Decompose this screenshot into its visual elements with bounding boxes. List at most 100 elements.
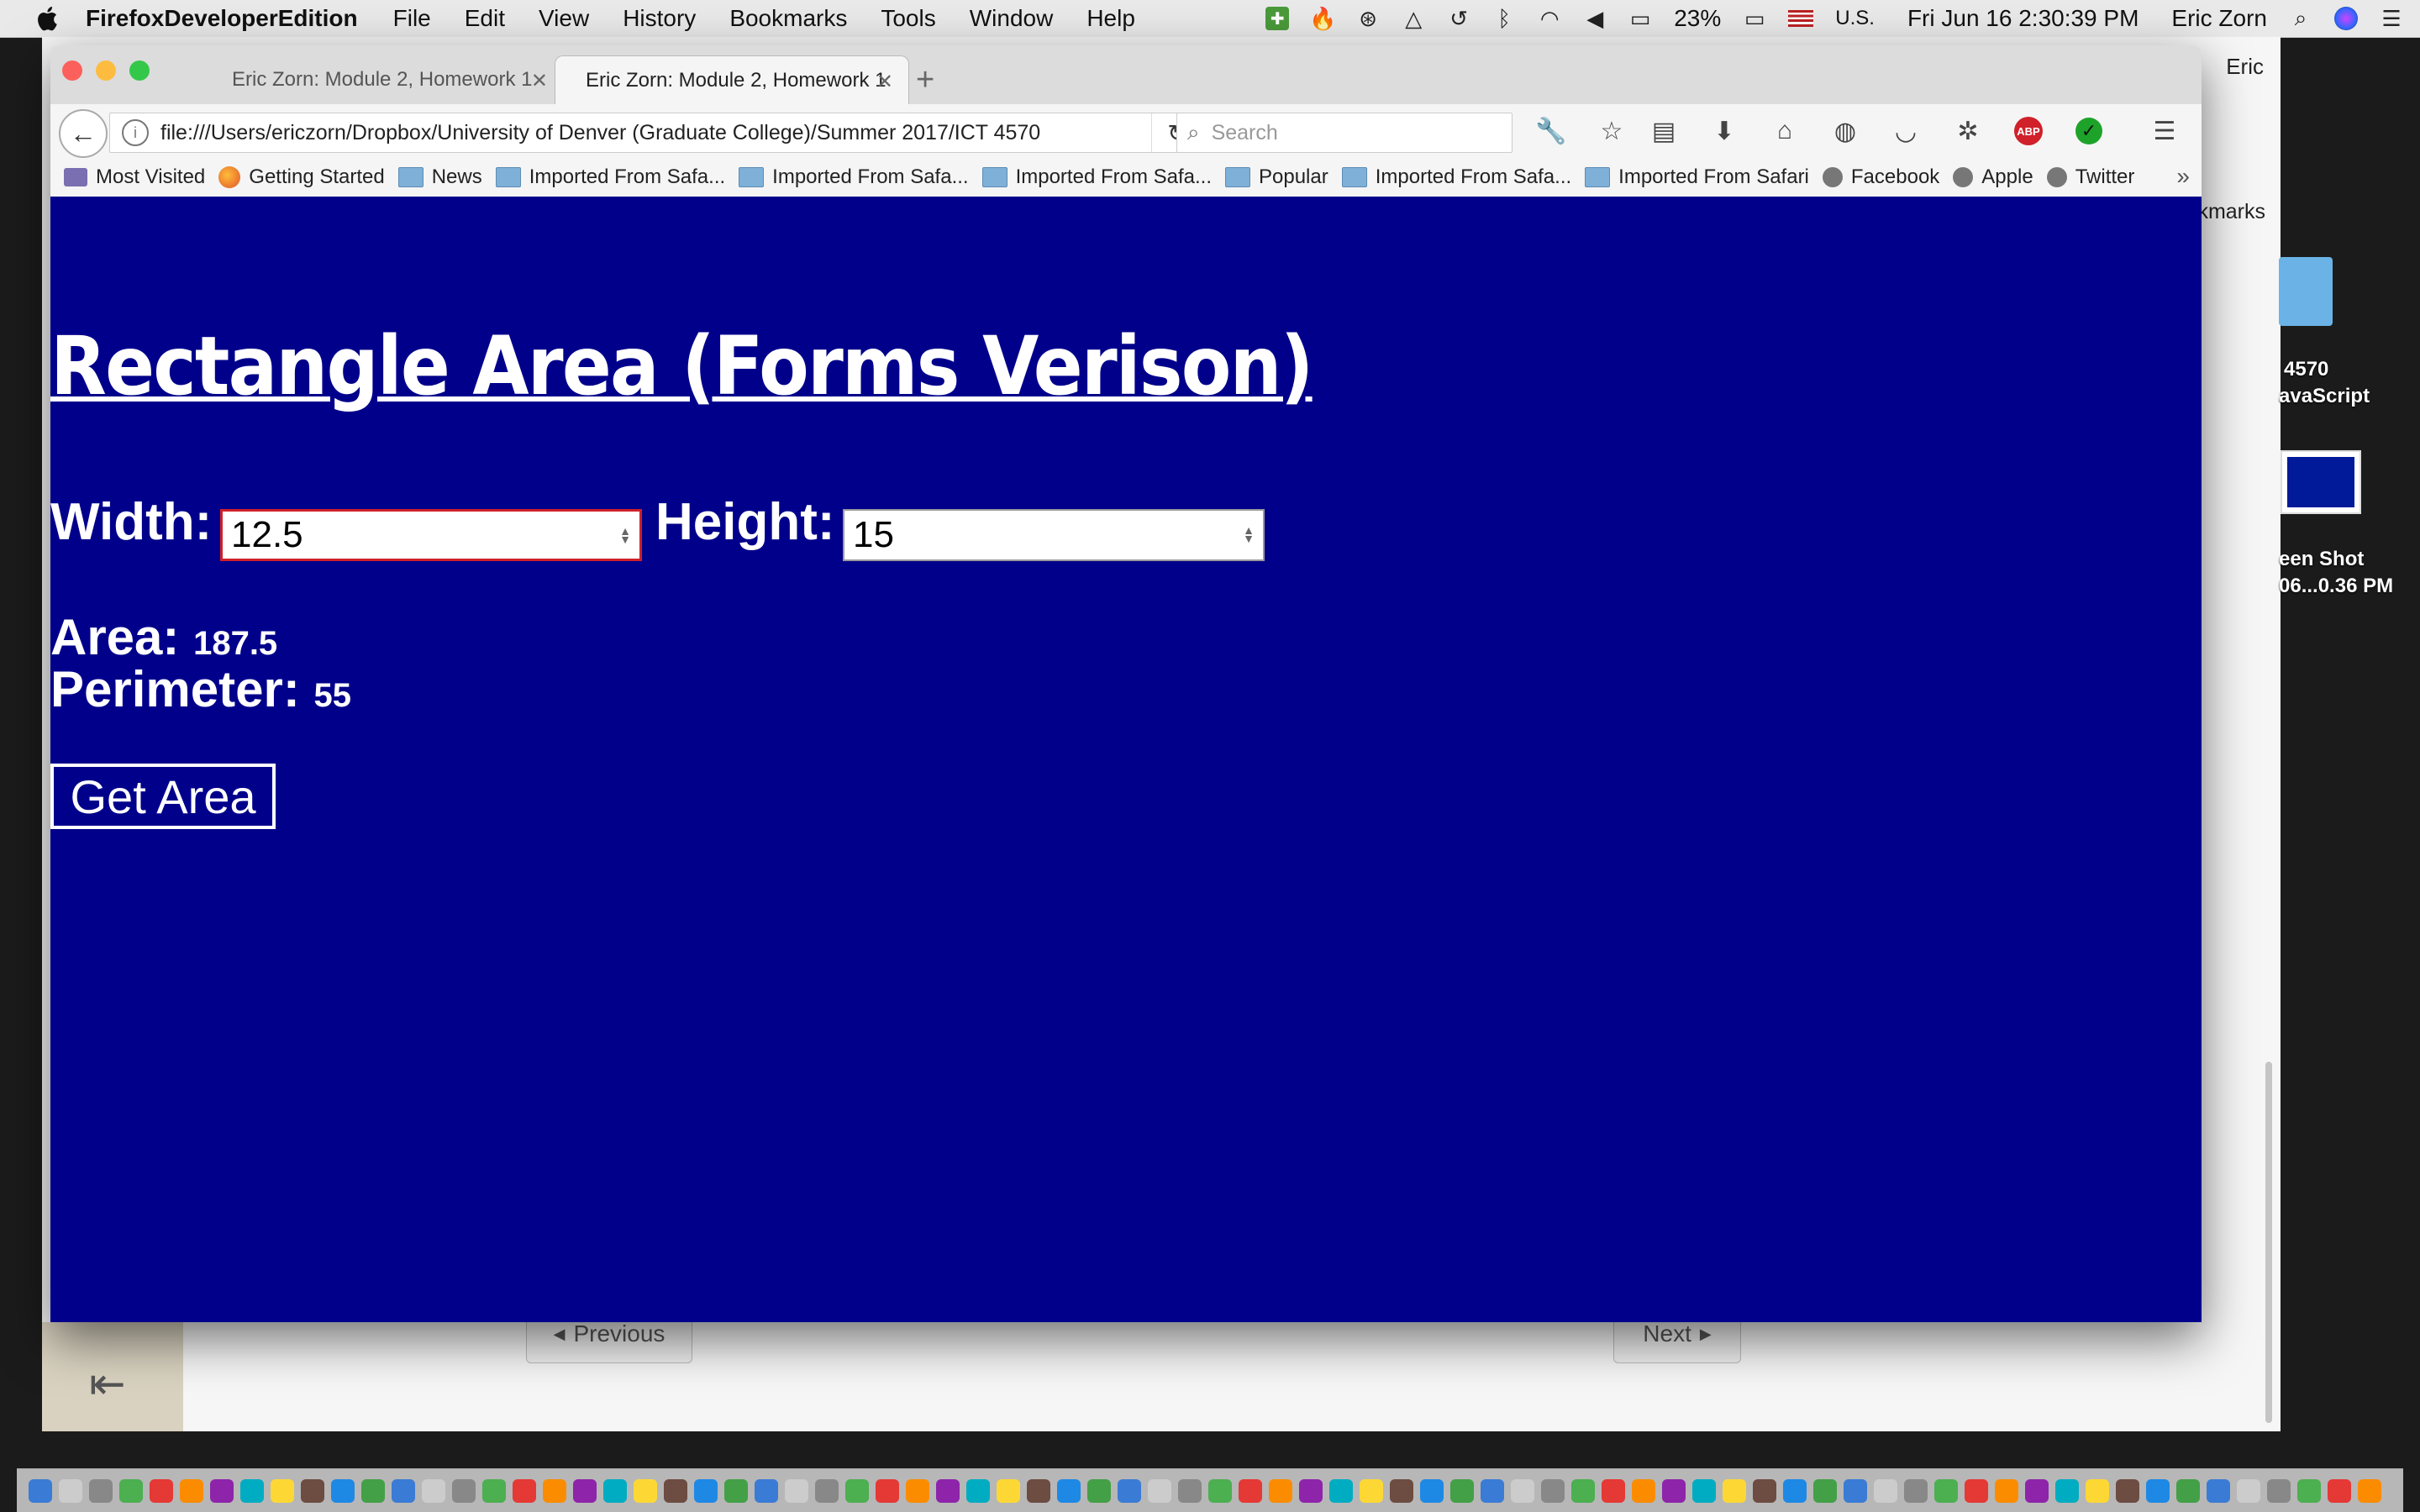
- tab-close-icon[interactable]: ✕: [876, 70, 893, 94]
- dock-app-icon[interactable]: [1692, 1478, 1716, 1503]
- dock-app-icon[interactable]: [331, 1478, 355, 1503]
- collapse-left-icon[interactable]: ⇤: [89, 1359, 126, 1410]
- dock-app-icon[interactable]: [1783, 1478, 1807, 1503]
- dock-app-icon[interactable]: [664, 1478, 687, 1503]
- dock-app-icon[interactable]: [2116, 1478, 2139, 1503]
- dock-app-icon[interactable]: [1390, 1478, 1413, 1503]
- reading-list-icon[interactable]: ▤: [1647, 114, 1681, 148]
- bookmark-item[interactable]: News: [397, 165, 482, 189]
- siri-icon[interactable]: [2334, 7, 2358, 30]
- bookmark-item[interactable]: Imported From Safari: [1585, 165, 1809, 189]
- dock-app-icon[interactable]: [1299, 1478, 1323, 1503]
- wifi-icon[interactable]: ◠: [1538, 6, 1561, 31]
- get-area-button[interactable]: Get Area: [50, 764, 276, 829]
- flame-icon[interactable]: 🔥: [1309, 6, 1336, 31]
- tab-homework-1-active[interactable]: Eric Zorn: Module 2, Homework 1 ✕: [555, 55, 909, 105]
- dock-app-icon[interactable]: [1118, 1478, 1141, 1503]
- dock-app-icon[interactable]: [1571, 1478, 1595, 1503]
- dock-app-icon[interactable]: [1450, 1478, 1474, 1503]
- dock-app-icon[interactable]: [815, 1478, 839, 1503]
- spotlight-search-icon[interactable]: ⌕: [2289, 5, 2312, 30]
- bookmark-item[interactable]: Twitter: [2046, 165, 2134, 189]
- bookmark-item[interactable]: Imported From Safa...: [1341, 165, 1571, 189]
- dock-app-icon[interactable]: [1087, 1478, 1111, 1503]
- dock-app-icon[interactable]: [1844, 1478, 1867, 1503]
- google-drive-icon[interactable]: △: [1402, 6, 1425, 31]
- dock-app-icon[interactable]: [513, 1478, 536, 1503]
- dock-app-icon[interactable]: [966, 1478, 990, 1503]
- dock-app-icon[interactable]: [1995, 1478, 2018, 1503]
- dock-app-icon[interactable]: [1239, 1478, 1262, 1503]
- notification-center-icon[interactable]: ☰: [2380, 6, 2403, 31]
- dock-app-icon[interactable]: [271, 1478, 294, 1503]
- bookmark-item[interactable]: Imported From Safa...: [981, 165, 1212, 189]
- dock-app-icon[interactable]: [1360, 1478, 1383, 1503]
- search-input[interactable]: ⌕ Search: [1176, 113, 1512, 153]
- dock-app-icon[interactable]: [119, 1478, 143, 1503]
- dock-app-icon[interactable]: [392, 1478, 415, 1503]
- back-arrow-icon[interactable]: ←: [59, 109, 108, 158]
- dock-app-icon[interactable]: [845, 1478, 869, 1503]
- desktop-screenshot-icon[interactable]: [2281, 450, 2361, 514]
- dock-app-icon[interactable]: [724, 1478, 748, 1503]
- dock-app-icon[interactable]: [59, 1478, 82, 1503]
- dock-app-icon[interactable]: [876, 1478, 899, 1503]
- menubar-user[interactable]: Eric Zorn: [2171, 5, 2267, 32]
- minimize-window-button[interactable]: [96, 60, 116, 81]
- menu-history[interactable]: History: [623, 5, 696, 32]
- menu-bookmarks[interactable]: Bookmarks: [729, 5, 847, 32]
- dock-app-icon[interactable]: [1813, 1478, 1837, 1503]
- volume-icon[interactable]: ◀: [1583, 6, 1607, 31]
- checkmark-extension-icon[interactable]: ✓: [2072, 114, 2106, 148]
- menu-help[interactable]: Help: [1086, 5, 1135, 32]
- dock-app-icon[interactable]: [2055, 1478, 2079, 1503]
- dock-app-icon[interactable]: [603, 1478, 627, 1503]
- battery-icon[interactable]: ▭: [1743, 6, 1766, 31]
- width-input[interactable]: 12.5 ▲ ▼: [220, 509, 642, 561]
- input-source[interactable]: U.S.: [1835, 7, 1875, 30]
- dock-app-icon[interactable]: [240, 1478, 264, 1503]
- dock-app-icon[interactable]: [1662, 1478, 1686, 1503]
- dock-app-icon[interactable]: [694, 1478, 718, 1503]
- dock-app-icon[interactable]: [997, 1478, 1020, 1503]
- dock-app-icon[interactable]: [2207, 1478, 2230, 1503]
- dock-app-icon[interactable]: [482, 1478, 506, 1503]
- dock-app-icon[interactable]: [1208, 1478, 1232, 1503]
- dock-app-icon[interactable]: [210, 1478, 234, 1503]
- spinner-icon[interactable]: ▲ ▼: [619, 525, 631, 545]
- bookmark-item[interactable]: Popular: [1225, 165, 1328, 189]
- hamburger-menu-icon[interactable]: ☰: [2148, 114, 2181, 148]
- spinner-icon[interactable]: ▲ ▼: [1243, 524, 1255, 544]
- dock-app-icon[interactable]: [543, 1478, 566, 1503]
- bluetooth-icon[interactable]: ᛒ: [1492, 6, 1516, 31]
- dock-app-icon[interactable]: [452, 1478, 476, 1503]
- menu-window[interactable]: Window: [970, 5, 1054, 32]
- dock-app-icon[interactable]: [150, 1478, 173, 1503]
- dock-app-icon[interactable]: [1602, 1478, 1625, 1503]
- adblock-plus-icon[interactable]: ABP: [2012, 114, 2045, 148]
- dock-app-icon[interactable]: [1511, 1478, 1534, 1503]
- bookmark-item[interactable]: Most Visited: [64, 165, 205, 189]
- wrench-icon[interactable]: 🔧: [1534, 114, 1568, 148]
- menu-tools[interactable]: Tools: [881, 5, 935, 32]
- bookmark-item[interactable]: Facebook: [1822, 165, 1939, 189]
- dock-app-icon[interactable]: [1420, 1478, 1444, 1503]
- pocket-icon[interactable]: ◡: [1889, 114, 1923, 148]
- bookmark-item[interactable]: Imported From Safa...: [495, 165, 725, 189]
- time-machine-icon[interactable]: ↺: [1447, 6, 1470, 31]
- dock-app-icon[interactable]: [634, 1478, 657, 1503]
- dock-app-icon[interactable]: [1027, 1478, 1050, 1503]
- zoom-window-button[interactable]: [129, 60, 150, 81]
- dock-app-icon[interactable]: [89, 1478, 113, 1503]
- extension-icon[interactable]: ✲: [1951, 114, 1985, 148]
- bookmark-item[interactable]: Getting Started: [218, 165, 385, 189]
- tab-homework-1[interactable]: Eric Zorn: Module 2, Homework 1 ✕: [202, 55, 563, 104]
- dock-app-icon[interactable]: [1329, 1478, 1353, 1503]
- dock-app-icon[interactable]: [2267, 1478, 2291, 1503]
- menubar-clock[interactable]: Fri Jun 16 2:30:39 PM: [1907, 5, 2139, 32]
- bookmarks-overflow-icon[interactable]: »: [2176, 163, 2190, 190]
- dock-app-icon[interactable]: [1753, 1478, 1776, 1503]
- dock-app-icon[interactable]: [573, 1478, 597, 1503]
- close-window-button[interactable]: [62, 60, 82, 81]
- dock-app-icon[interactable]: [1541, 1478, 1565, 1503]
